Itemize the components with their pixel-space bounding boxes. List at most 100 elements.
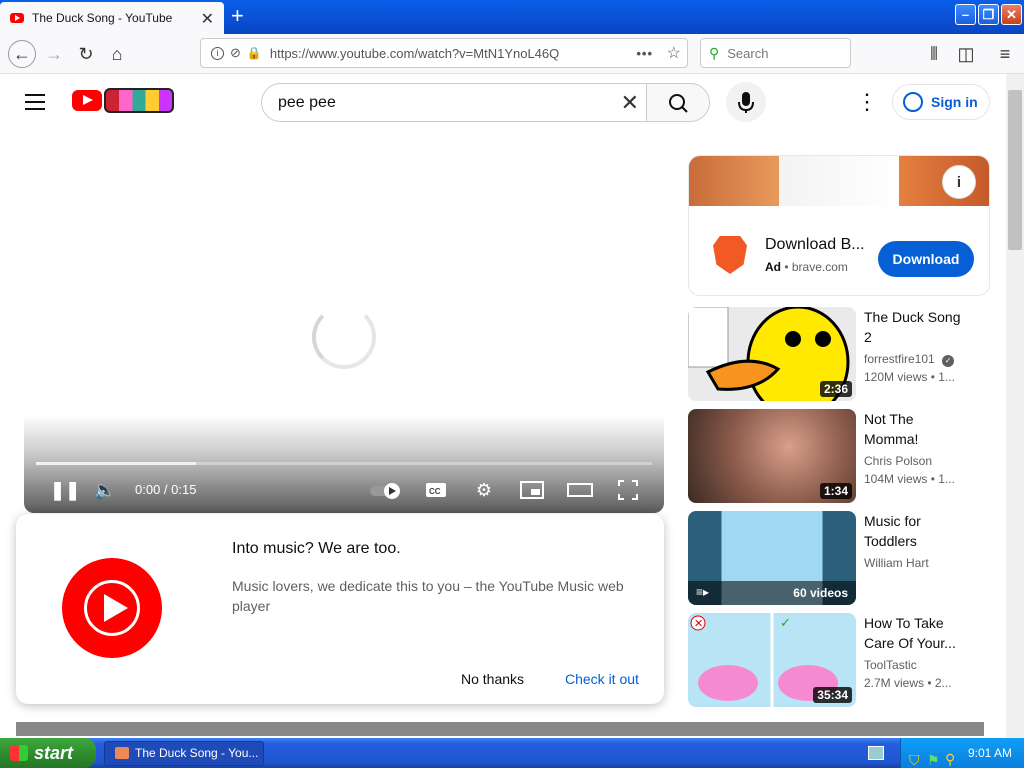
- channel-name[interactable]: forrestfire101 ✓: [864, 352, 955, 367]
- video-thumbnail[interactable]: 2:36: [688, 307, 856, 401]
- forward-icon[interactable]: →: [42, 42, 66, 66]
- svg-text:CC: CC: [429, 487, 441, 496]
- youtube-music-logo-icon: [62, 558, 162, 658]
- navigation-toolbar: ← → ↻ ⌂ i ⊘ 🔒 https://www.youtube.com/wa…: [0, 34, 1024, 74]
- search-button[interactable]: [646, 83, 710, 122]
- restore-icon[interactable]: ❐: [978, 4, 999, 25]
- address-bar[interactable]: i ⊘ 🔒 https://www.youtube.com/watch?v=Mt…: [200, 38, 688, 68]
- no-thanks-button[interactable]: No thanks: [461, 671, 524, 687]
- firefox-icon: [115, 747, 129, 759]
- minimize-icon[interactable]: –: [955, 4, 976, 25]
- svg-text:✕: ✕: [694, 618, 703, 630]
- playlist-icon: ≡▸: [696, 585, 710, 599]
- search-query: pee pee: [278, 93, 336, 111]
- svg-text:✓: ✓: [780, 615, 791, 630]
- playlist-thumbnail[interactable]: ≡▸ 60 videos: [688, 511, 856, 605]
- back-icon[interactable]: ←: [8, 40, 36, 68]
- youtube-doodle-logo[interactable]: [104, 88, 174, 113]
- taskbar-window-item[interactable]: The Duck Song - You...: [104, 741, 264, 766]
- video-duration: 1:34: [819, 483, 852, 499]
- pause-icon[interactable]: ❚❚: [50, 478, 80, 502]
- promo-description: Music lovers, we dedicate this to you – …: [232, 578, 624, 614]
- miniplayer-icon[interactable]: [519, 478, 545, 502]
- fullscreen-icon[interactable]: [616, 478, 640, 502]
- related-video[interactable]: 2:36 The Duck Song 2 forrestfire101 ✓ 12…: [688, 307, 990, 403]
- video-thumbnail[interactable]: 1:34: [688, 409, 856, 503]
- ad-subtitle: Ad • brave.com: [765, 260, 848, 274]
- youtube-search-input[interactable]: pee pee ✕: [261, 83, 647, 122]
- guide-menu-icon[interactable]: [25, 94, 45, 110]
- info-icon[interactable]: i: [211, 46, 224, 60]
- library-icon[interactable]: ⫴: [922, 42, 946, 66]
- loading-spinner-icon: [312, 305, 376, 369]
- video-views: 2.7M views • 2...: [864, 676, 952, 690]
- tracking-protection-icon[interactable]: ⊘: [230, 45, 241, 61]
- start-button[interactable]: start: [0, 738, 96, 768]
- network-icon[interactable]: ⚑: [927, 745, 940, 775]
- search-placeholder: Search: [727, 45, 769, 61]
- bookmark-star-icon[interactable]: ☆: [667, 43, 681, 63]
- menu-icon[interactable]: ≡: [993, 42, 1017, 66]
- check-it-out-button[interactable]: Check it out: [565, 671, 639, 687]
- youtube-favicon-icon: [10, 13, 24, 23]
- captions-icon[interactable]: CC: [424, 478, 448, 502]
- account-icon: [903, 92, 923, 112]
- channel-name[interactable]: Chris Polson: [864, 454, 932, 468]
- search-tray-icon[interactable]: ⚲: [945, 744, 955, 774]
- search-icon: ⚲: [709, 44, 720, 61]
- related-playlist[interactable]: ≡▸ 60 videos Music for Toddlers William …: [688, 511, 990, 607]
- brave-logo-icon: [713, 236, 747, 274]
- video-views: 104M views • 1...: [864, 472, 955, 486]
- ad-info-icon[interactable]: i: [942, 165, 976, 199]
- theater-mode-icon[interactable]: [566, 478, 594, 502]
- promo-title: Into music? We are too.: [232, 540, 401, 557]
- browser-search-field[interactable]: ⚲ Search: [700, 38, 851, 68]
- download-button[interactable]: Download: [878, 241, 974, 277]
- related-video[interactable]: ✕ ✓ 35:34 How To Take Care Of Your... Too…: [688, 613, 990, 709]
- playlist-count: 60 videos: [793, 586, 848, 600]
- buffered-bar: [36, 462, 197, 465]
- video-duration: 2:36: [819, 381, 852, 397]
- video-title[interactable]: How To Take Care Of Your...: [864, 613, 964, 653]
- channel-name[interactable]: ToolTastic: [864, 658, 917, 672]
- verified-icon: ✓: [942, 355, 955, 367]
- sidebar-icon[interactable]: ◫: [954, 42, 978, 66]
- settings-gear-icon[interactable]: ⚙: [472, 478, 496, 502]
- progress-bar[interactable]: [36, 462, 652, 465]
- scrollbar-thumb[interactable]: [1008, 90, 1022, 250]
- close-tab-icon[interactable]: ✕: [201, 9, 214, 29]
- playlist-title[interactable]: Music for Toddlers: [864, 511, 964, 551]
- taskbar-item-label: The Duck Song - You...: [135, 746, 259, 760]
- browser-tab[interactable]: The Duck Song - YouTube ✕: [0, 2, 224, 34]
- time-display: 0:00 / 0:15: [135, 482, 197, 497]
- video-duration: 35:34: [813, 687, 852, 703]
- channel-name[interactable]: William Hart: [864, 556, 929, 570]
- keyboard-icon[interactable]: [868, 746, 884, 760]
- video-thumbnail[interactable]: ✕ ✓ 35:34: [688, 613, 856, 707]
- video-title[interactable]: Not The Momma!: [864, 409, 964, 449]
- clock: 9:01 AM: [967, 746, 1012, 760]
- ad-card[interactable]: i Download B... Ad • brave.com Download: [688, 155, 990, 296]
- voice-search-button[interactable]: [726, 82, 766, 122]
- page-actions-icon[interactable]: •••: [636, 46, 653, 61]
- close-window-icon[interactable]: ✕: [1001, 4, 1022, 25]
- home-icon[interactable]: ⌂: [105, 42, 129, 66]
- tab-title: The Duck Song - YouTube: [32, 11, 173, 25]
- sign-in-label: Sign in: [931, 94, 978, 110]
- security-shield-icon[interactable]: ⛉: [909, 745, 920, 775]
- settings-kebab-icon[interactable]: ⋮: [856, 90, 878, 114]
- youtube-logo-icon[interactable]: [72, 90, 102, 111]
- clear-search-icon[interactable]: ✕: [621, 90, 639, 116]
- video-title[interactable]: The Duck Song 2: [864, 307, 964, 347]
- ad-title[interactable]: Download B...: [765, 236, 865, 254]
- horizontal-scrollbar[interactable]: [16, 722, 984, 736]
- sign-in-button[interactable]: Sign in: [892, 84, 990, 120]
- url-text: https://www.youtube.com/watch?v=MtN1YnoL…: [269, 45, 560, 61]
- reload-icon[interactable]: ↻: [74, 42, 98, 66]
- lock-icon: 🔒: [246, 46, 262, 60]
- new-tab-icon[interactable]: +: [231, 5, 244, 27]
- volume-icon[interactable]: 🔈: [93, 478, 117, 502]
- autoplay-toggle-icon[interactable]: [368, 478, 404, 502]
- related-video[interactable]: 1:34 Not The Momma! Chris Polson 104M vi…: [688, 409, 990, 505]
- microphone-icon: [738, 92, 754, 113]
